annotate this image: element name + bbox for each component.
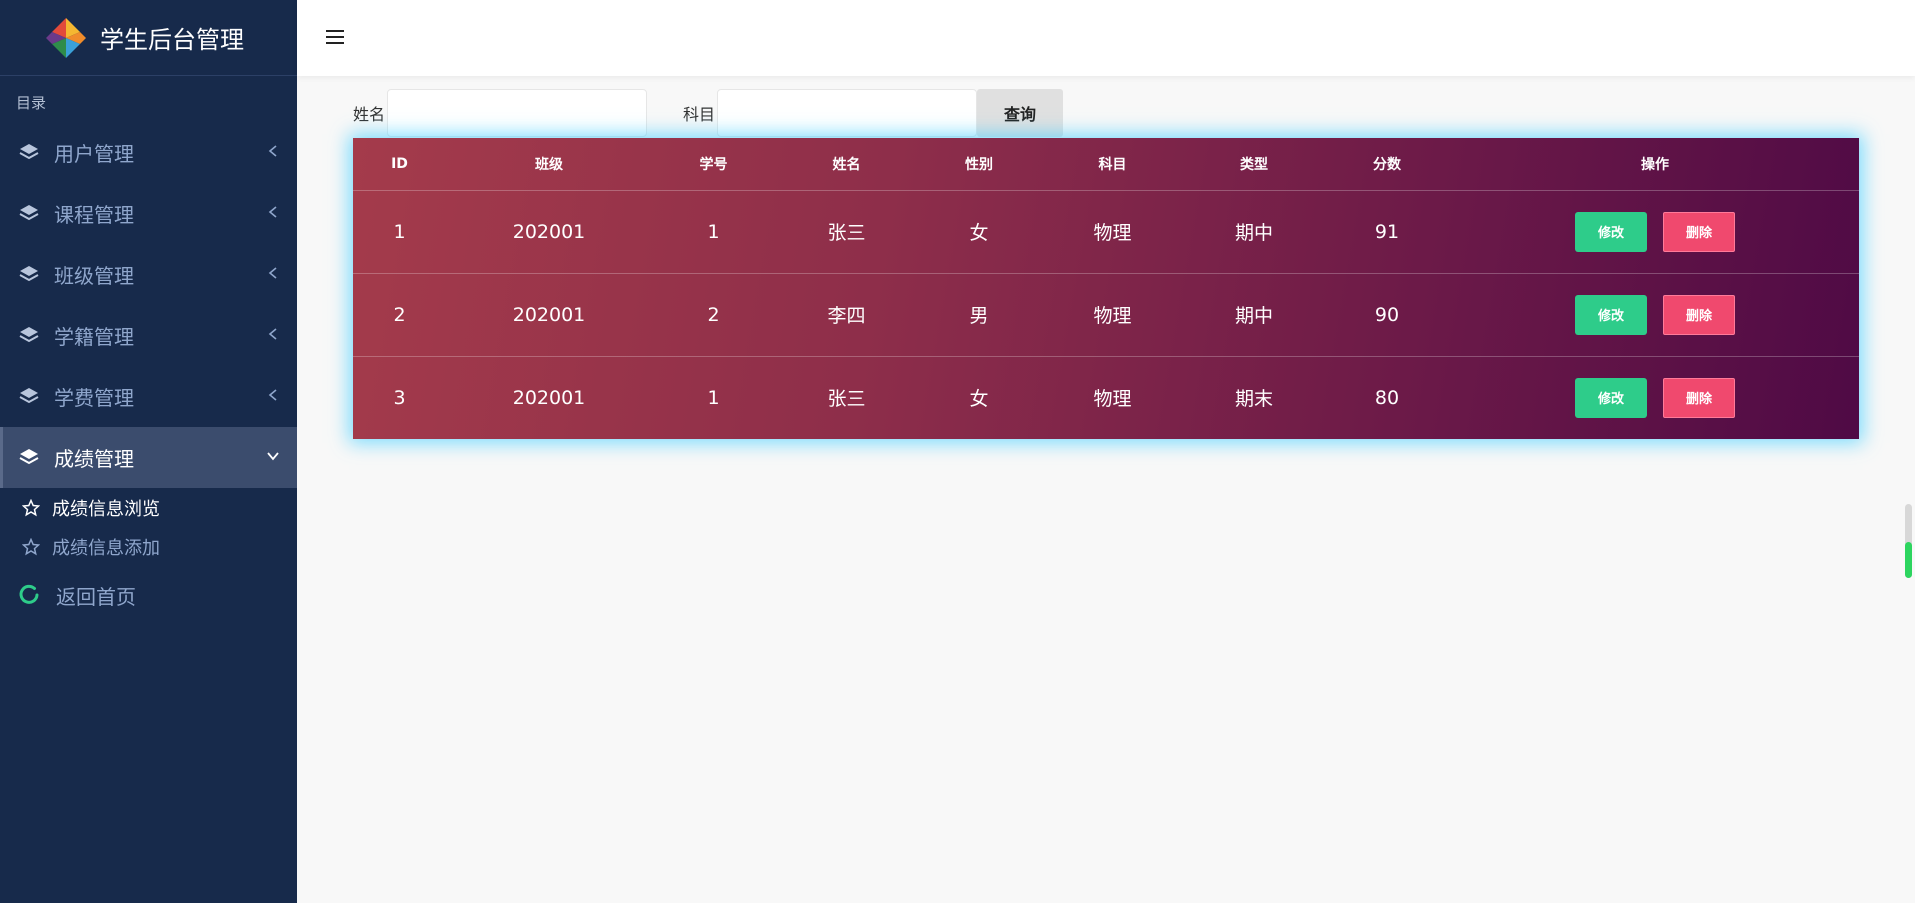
cell-type: 期中 (1185, 273, 1323, 357)
brand-title: 学生后台管理 (100, 26, 244, 54)
cell-name: 张三 (827, 388, 866, 411)
submenu-grades-add[interactable]: 成绩信息添加 (0, 527, 297, 566)
hamburger-menu-icon[interactable] (325, 28, 345, 46)
sidebar-item-label: 学费管理 (54, 386, 134, 410)
submenu-item-label: 成绩信息添加 (52, 537, 160, 559)
star-icon (22, 498, 40, 516)
cell-type: 期末 (1234, 388, 1273, 411)
cell-subject: 物理 (1093, 388, 1132, 411)
sidebar-item-tuition[interactable]: 学费管理 (0, 366, 297, 427)
sidebar-item-label: 班级管理 (54, 264, 134, 288)
cell-type: 期中 (1185, 190, 1323, 274)
cell-name: 李四 (775, 273, 918, 357)
header-student-no: 学号 (652, 138, 775, 191)
chevron-left-icon (268, 267, 277, 279)
layers-icon (19, 265, 39, 281)
side-scrollbar[interactable] (1905, 504, 1912, 578)
cell-name: 张三 (775, 190, 918, 274)
header-subject: 科目 (1040, 138, 1185, 191)
sidebar: 学生后台管理 目录 用户管理 课程管理 班级管理 学籍管理 学费管理 成绩管理 … (0, 0, 297, 903)
brand: 学生后台管理 (0, 0, 297, 76)
name-input[interactable] (387, 89, 648, 137)
edit-button[interactable]: 修改 (1575, 211, 1647, 252)
scrollbar-thumb[interactable] (1905, 542, 1912, 578)
sidebar-item-grades[interactable]: 成绩管理 (0, 427, 297, 488)
cell-student-no: 2 (652, 273, 775, 357)
edit-button[interactable]: 修改 (1575, 377, 1647, 418)
cell-id: 2 (353, 273, 446, 357)
cell-actions: 修改 删除 (1451, 273, 1859, 357)
layers-icon (19, 204, 39, 220)
name-field-label: 姓名 (353, 105, 386, 124)
cell-class: 202001 (446, 273, 652, 357)
layers-icon (19, 387, 39, 403)
sidebar-item-courses[interactable]: 课程管理 (0, 183, 297, 244)
cell-subject: 物理 (1040, 273, 1185, 357)
cell-id: 1 (353, 190, 446, 274)
delete-button[interactable]: 删除 (1663, 211, 1735, 252)
cell-id: 3 (393, 386, 406, 409)
sidebar-section-label: 目录 (16, 94, 47, 112)
header-class: 班级 (446, 138, 652, 191)
sidebar-item-enrollment[interactable]: 学籍管理 (0, 305, 297, 366)
cell-class: 202001 (512, 386, 586, 409)
submenu-item-label: 成绩信息浏览 (52, 498, 160, 520)
search-bar: 姓名 科目 查询 (353, 89, 1064, 137)
cell-score: 80 (1374, 386, 1400, 409)
logo-icon (46, 17, 86, 58)
delete-button[interactable]: 删除 (1663, 294, 1735, 335)
sidebar-item-label: 学籍管理 (54, 325, 134, 349)
chevron-left-icon (268, 145, 277, 157)
header-gender: 性别 (918, 138, 1040, 191)
header-score: 分数 (1323, 138, 1451, 191)
chevron-left-icon (268, 328, 277, 340)
cell-subject: 物理 (1040, 190, 1185, 274)
layers-icon (19, 326, 39, 342)
table-row: 1 202001 1 张三 女 物理 期中 91 修改 删除 (353, 190, 1859, 274)
sidebar-item-users[interactable]: 用户管理 (0, 122, 297, 183)
table-row: 2 202001 2 李四 男 物理 期中 90 修改 删除 (353, 273, 1859, 357)
layers-icon (19, 448, 39, 464)
cell-student-no: 1 (652, 190, 775, 274)
cell-class: 202001 (446, 190, 652, 274)
header-actions: 操作 (1451, 138, 1859, 191)
grades-table: ID 班级 学号 姓名 性别 科目 类型 分数 操作 1 202001 1 张三… (353, 138, 1859, 439)
sidebar-item-home[interactable]: 返回首页 (0, 566, 297, 624)
cell-gender: 男 (918, 273, 1040, 357)
layers-icon (19, 143, 39, 159)
sidebar-item-label: 成绩管理 (54, 447, 134, 471)
sidebar-item-label: 用户管理 (54, 142, 134, 166)
cell-actions: 修改 删除 (1451, 190, 1859, 274)
refresh-ring-icon (19, 584, 39, 604)
cell-score: 91 (1323, 190, 1451, 274)
sidebar-item-label: 课程管理 (54, 203, 134, 227)
table-row: 3 202001 1 张三 女 物理 期末 80 修改 删除 (353, 356, 1859, 439)
cell-score: 90 (1323, 273, 1451, 357)
cell-gender: 女 (969, 388, 989, 411)
header-name: 姓名 (775, 138, 918, 191)
sidebar-item-classes[interactable]: 班级管理 (0, 244, 297, 305)
query-button[interactable]: 查询 (977, 89, 1064, 137)
delete-button[interactable]: 删除 (1663, 377, 1735, 418)
star-icon (22, 537, 40, 555)
header-id: ID (353, 138, 446, 191)
submenu-grades-browse[interactable]: 成绩信息浏览 (0, 488, 297, 527)
chevron-left-icon (268, 389, 277, 401)
subject-field-label: 科目 (683, 105, 716, 124)
top-header (297, 0, 1915, 76)
table-header-row: ID 班级 学号 姓名 性别 科目 类型 分数 操作 (353, 138, 1859, 191)
header-type: 类型 (1185, 138, 1323, 191)
cell-gender: 女 (918, 190, 1040, 274)
cell-actions: 修改 删除 (1451, 356, 1859, 439)
chevron-left-icon (268, 206, 277, 218)
cell-student-no: 1 (707, 386, 720, 409)
edit-button[interactable]: 修改 (1575, 294, 1647, 335)
chevron-down-icon (267, 452, 279, 461)
home-label: 返回首页 (56, 584, 136, 609)
subject-input[interactable] (717, 89, 978, 137)
